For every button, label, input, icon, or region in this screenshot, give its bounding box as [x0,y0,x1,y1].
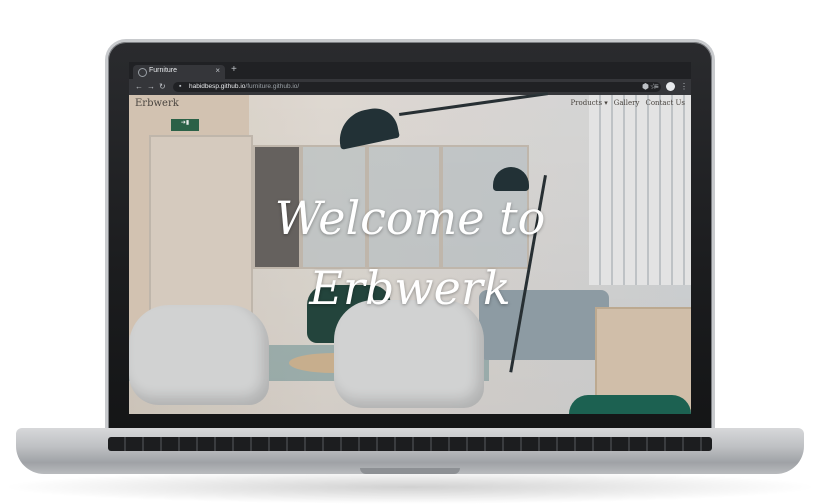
profile-avatar[interactable] [666,82,675,91]
globe-icon [138,68,147,77]
nav-gallery[interactable]: Gallery [614,99,640,107]
url-host: habidbesp.github.io [189,83,246,90]
menu-icon[interactable]: ⋮ [680,82,688,91]
browser-tab[interactable]: Furniture × [133,65,225,79]
close-icon[interactable]: × [215,66,220,75]
nav-products[interactable]: Products ▾ [570,99,607,107]
tab-title: Furniture [149,67,178,74]
laptop-shadow [0,470,820,504]
extension-icon[interactable]: ⬢ [642,82,649,91]
address-bar[interactable]: ▪ habidbesp.github.io/furniture.github.i… [173,82,661,92]
reload-icon[interactable]: ↻ [159,82,166,91]
back-icon[interactable]: ← [135,82,143,91]
hero-line-1: Welcome to [274,191,546,245]
media-icon[interactable]: ≡ [654,82,659,91]
browser-tab-bar: Furniture × + [129,62,691,79]
laptop-front-notch [360,468,460,474]
website-viewport: ➜▮ Erbwerk Products ▾ Gallery Contact Us… [129,92,691,414]
hero-heading: Welcome to Erbwerk [129,183,691,323]
url-path: /furniture.github.io/ [245,83,300,90]
url-text[interactable]: habidbesp.github.io/furniture.github.io/ [189,83,299,90]
new-tab-button[interactable]: + [231,64,237,75]
laptop-screen: Furniture × + ← → ↻ ▪ habidbesp.github.i… [129,62,691,414]
site-nav: Products ▾ Gallery Contact Us [570,99,685,107]
keyboard [108,437,712,451]
nav-contact[interactable]: Contact Us [645,99,685,107]
lock-icon: ▪ [179,83,182,90]
browser-toolbar: ← → ↻ ▪ habidbesp.github.io/furniture.gi… [129,79,691,95]
site-brand[interactable]: Erbwerk [135,98,179,109]
forward-icon[interactable]: → [147,82,155,91]
hero-line-2: Erbwerk [309,261,511,315]
